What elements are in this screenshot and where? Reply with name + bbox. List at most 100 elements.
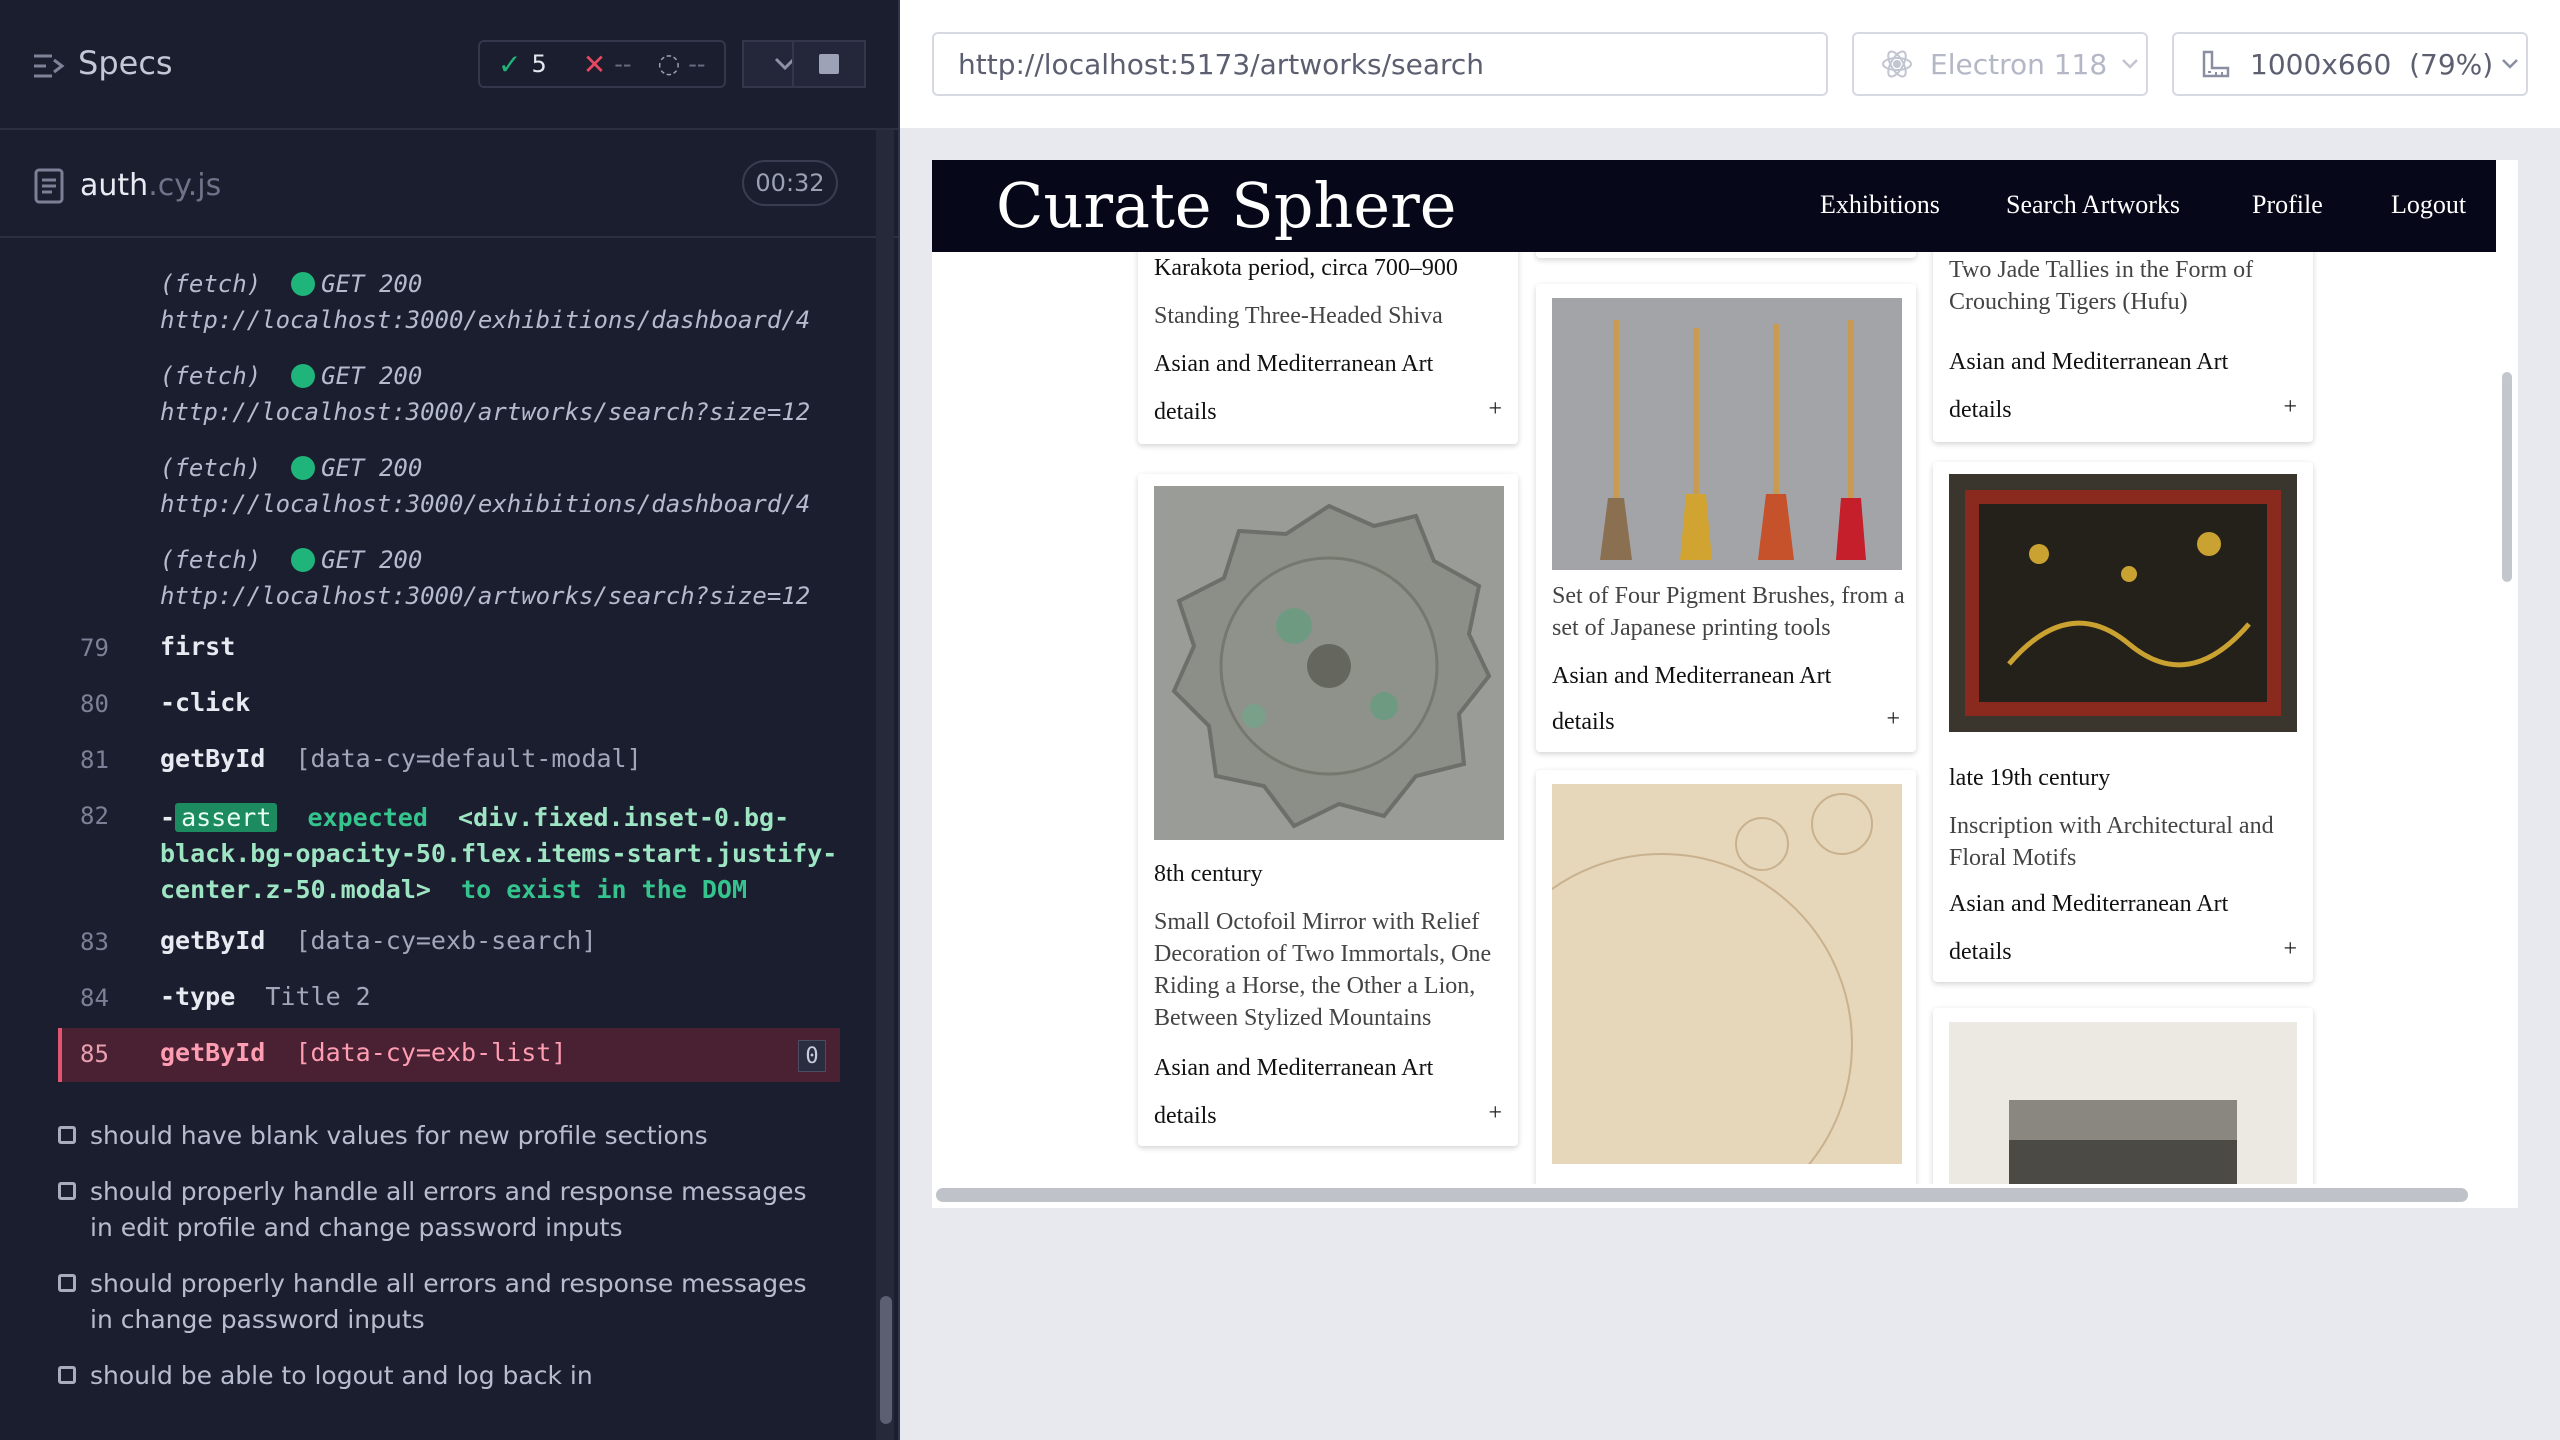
stop-button[interactable] [792,40,866,88]
command-click[interactable]: -click [160,688,250,717]
artwork-card[interactable]: Two Jade Tallies in the Form of Crouchin… [1933,252,2313,442]
fetch-log-2[interactable]: (fetch) GET 200 http://localhost:3000/artw… [160,358,810,430]
assert-selector: center.z-50.modal> [160,875,431,904]
command-first[interactable]: first [160,632,235,661]
nav-exhibitions[interactable]: Exhibitions [1820,190,1940,220]
expand-plus-icon[interactable]: + [1488,396,1502,423]
fetch-log-4[interactable]: (fetch) GET 200 http://localhost:3000/artw… [160,542,810,614]
pending-spinner-icon: ◌ [657,49,681,79]
command-number: 83 [80,928,109,956]
app-vertical-scroll-thumb[interactable] [2502,372,2512,582]
checkbox-icon [58,1366,76,1384]
details-toggle[interactable]: details [1949,394,2012,426]
artwork-date: Karakota period, circa 700–900 [1154,255,1458,281]
nav-logout[interactable]: Logout [2391,190,2466,220]
artwork-department: Asian and Mediterranean Art [1552,663,1832,689]
command-type[interactable]: -type Title 2 [160,982,371,1011]
fetch-label: (fetch) [160,546,262,574]
reporter-scrollbar[interactable] [876,130,894,1440]
fetch-label: (fetch) [160,270,262,298]
command-number: 84 [80,984,109,1012]
details-toggle[interactable]: details [1154,396,1217,428]
specs-list-icon[interactable] [32,52,66,80]
chevron-down-icon [2502,59,2519,69]
specs-title[interactable]: Specs [78,44,173,82]
command-name: first [160,632,236,661]
command-number: 80 [80,690,109,718]
command-number: 81 [80,746,109,774]
test-item[interactable]: should properly handle all errors and re… [58,1174,818,1246]
artwork-department: Asian and Mediterranean Art [1949,891,2229,917]
artwork-image-inscription [1949,474,2297,732]
fetch-label: (fetch) [160,362,262,390]
command-getbyid-list[interactable]: getById [data-cy=exb-list] [160,1038,566,1067]
nav-profile[interactable]: Profile [2252,190,2323,220]
electron-icon [1882,50,1912,78]
artwork-title: Set of Four Pigment Brushes, from a set … [1552,583,1905,641]
expand-plus-icon[interactable]: + [1488,1100,1502,1127]
url-bar[interactable]: http://localhost:5173/artworks/search [932,32,1828,96]
command-assert[interactable]: - assert expected <div.fixed.inset-0.bg-b… [160,800,840,908]
command-name: getById [160,744,266,773]
fetch-url: http://localhost:3000/exhibitions/dashbo… [160,306,811,334]
browser-selector[interactable]: Electron 118 [1852,32,2148,96]
command-number: 79 [80,634,109,662]
command-arg: [data-cy=exb-list] [295,1038,567,1067]
app-brand[interactable]: Curate Sphere [996,164,1456,248]
test-item[interactable]: should properly handle all errors and re… [58,1266,818,1338]
fetch-log-1[interactable]: (fetch) GET 200 http://localhost:3000/exhi… [160,266,810,338]
expand-plus-icon[interactable]: + [2283,936,2297,963]
test-item[interactable]: should be able to logout and log back in [58,1358,818,1394]
fetch-method: GET 200 [321,362,423,390]
checkbox-icon [58,1274,76,1292]
artwork-image-brushes [1552,298,1902,570]
app-horizontal-scrollbar[interactable] [936,1188,2468,1202]
expand-plus-icon[interactable]: + [2283,394,2297,421]
artwork-card[interactable] [1536,252,1916,258]
command-name: getById [160,926,266,955]
artwork-card[interactable] [1933,1008,2313,1184]
artwork-card[interactable]: Karakota period, circa 700–900 Standing … [1138,252,1518,444]
command-getbyid-modal[interactable]: getById [data-cy=default-modal] [160,744,642,773]
ruler-icon [2202,50,2230,78]
artwork-date: late 19th century [1949,765,2111,791]
status-dot-icon [291,364,316,388]
details-toggle[interactable]: details [1552,706,1615,738]
artwork-grid: Karakota period, circa 700–900 Standing … [932,252,2496,1184]
assert-badge: assert [175,803,278,832]
document-icon [34,168,64,204]
command-arg: [data-cy=default-modal] [295,744,642,773]
viewport-info[interactable]: 1000x660 (79%) [2172,32,2528,96]
assert-text: to exist in the DOM [461,875,748,904]
command-number: 82 [80,802,109,830]
pending-count: -- [688,50,706,78]
cypress-runner-panel: Specs ✓ 5 ✕ -- ◌ -- auth.cy.js 00:32 (fe… [0,0,900,1440]
element-count-badge: 0 [798,1040,826,1072]
failed-count: -- [614,50,632,78]
passed-check-icon: ✓ [498,47,522,81]
command-getbyid-search[interactable]: getById [data-cy=exb-search] [160,926,597,955]
artwork-card[interactable]: Set of Four Pigment Brushes, from a set … [1536,284,1916,752]
artwork-card[interactable] [1536,770,1916,1184]
details-toggle[interactable]: details [1154,1100,1217,1132]
fetch-url: http://localhost:3000/artworks/search?si… [160,398,811,426]
artwork-card[interactable]: 8th century Small Octofoil Mirror with R… [1138,474,1518,1146]
status-dot-icon [291,456,316,480]
test-title: should properly handle all errors and re… [90,1177,807,1242]
reporter-scroll-thumb[interactable] [880,1296,892,1424]
artwork-image-landscape [1949,1022,2297,1184]
viewport-size: 1000x660 [2250,47,2392,81]
spec-file-base: auth [80,168,149,203]
artwork-card[interactable]: late 19th century Inscription with Archi… [1933,462,2313,982]
command-number: 85 [80,1040,109,1068]
assert-selector: black.bg-opacity-50.flex.items-start.jus… [160,839,838,868]
assert-selector: <div.fixed.inset-0.bg- [458,803,790,832]
spec-file-ext: .cy.js [148,168,222,203]
artwork-department: Asian and Mediterranean Art [1154,351,1434,377]
fetch-log-3[interactable]: (fetch) GET 200 http://localhost:3000/exhi… [160,450,810,522]
details-toggle[interactable]: details [1949,936,2012,968]
test-title: should have blank values for new profile… [90,1121,708,1150]
nav-search-artworks[interactable]: Search Artworks [2006,190,2180,220]
expand-plus-icon[interactable]: + [1886,706,1900,733]
test-item[interactable]: should have blank values for new profile… [58,1118,818,1154]
